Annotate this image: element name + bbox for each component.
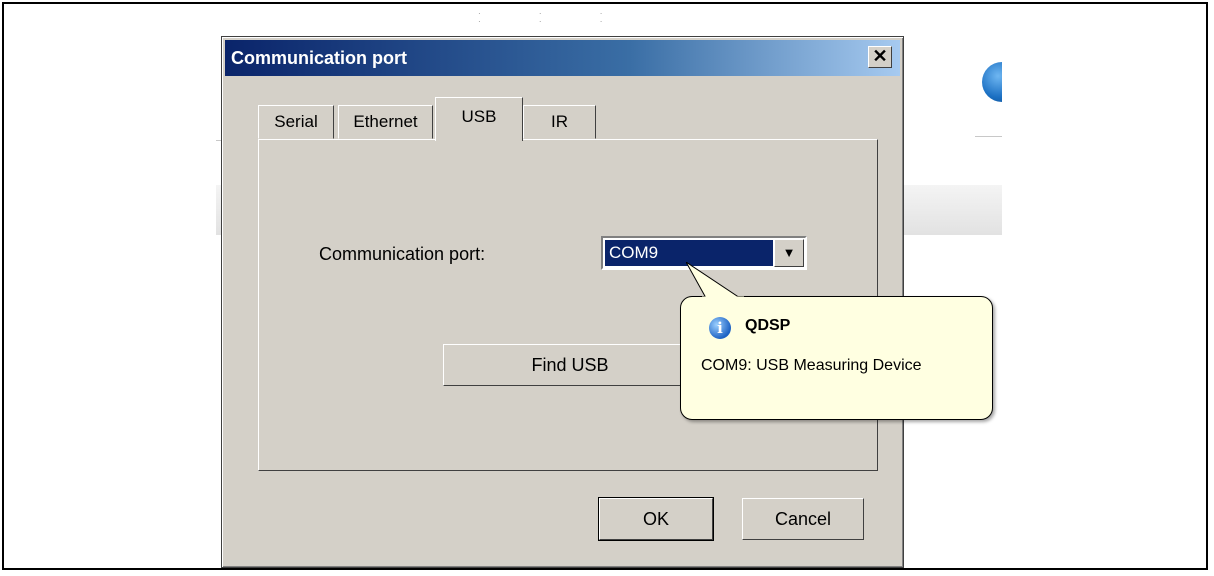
background-text-fragment: · · · · · · — [478, 9, 631, 26]
tab-ir[interactable]: IR — [523, 105, 596, 139]
dropdown-arrow-icon[interactable]: ▼ — [774, 239, 804, 267]
ok-button[interactable]: OK — [598, 497, 714, 541]
find-usb-button[interactable]: Find USB — [443, 344, 697, 386]
cancel-button[interactable]: Cancel — [742, 498, 864, 540]
info-icon: i — [709, 317, 731, 339]
background-fill — [1002, 50, 1032, 120]
tooltip-text: COM9: USB Measuring Device — [701, 357, 922, 374]
tab-serial[interactable]: Serial — [258, 105, 334, 139]
communication-port-label: Communication port: — [319, 244, 486, 264]
tab-ethernet[interactable]: Ethernet — [338, 105, 433, 139]
close-button[interactable]: ✕ — [868, 46, 892, 68]
tooltip-balloon: i QDSP COM9: USB Measuring Device — [680, 296, 993, 420]
background-divider — [975, 136, 1002, 137]
balloon-tail — [686, 262, 744, 300]
tooltip-title: QDSP — [745, 317, 791, 334]
tab-usb[interactable]: USB — [435, 97, 523, 141]
dialog-titlebar[interactable]: Communication port ✕ — [225, 40, 900, 76]
dialog-title: Communication port — [231, 48, 407, 68]
